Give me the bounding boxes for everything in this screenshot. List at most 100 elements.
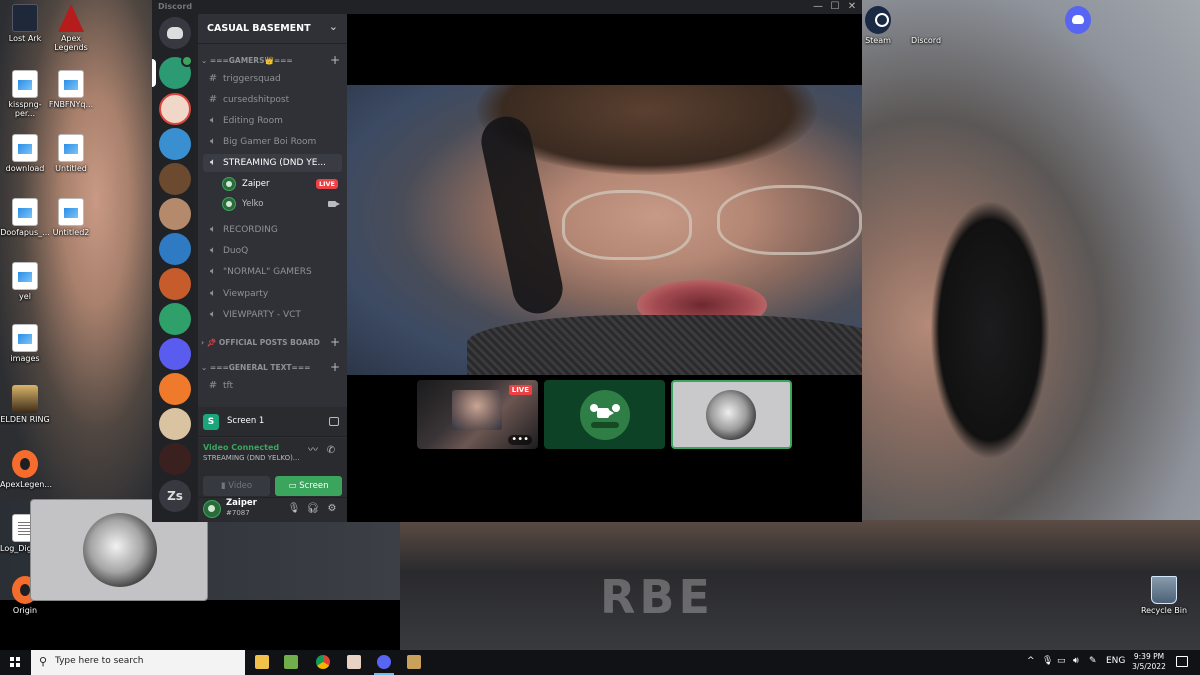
close-button[interactable]: ✕: [846, 1, 858, 13]
maximize-button[interactable]: ☐: [829, 1, 841, 13]
taskbar-discord[interactable]: [370, 650, 398, 675]
add-channel-icon[interactable]: +: [330, 53, 340, 67]
chevron-up-icon[interactable]: ^: [1027, 656, 1035, 666]
windows-start-icon[interactable]: [0, 650, 30, 675]
speaker-icon: 🔈︎: [210, 136, 216, 147]
channel-big-gamer-boi-room[interactable]: 🔈︎ Big Gamer Boi Room: [203, 133, 342, 151]
category-general-text[interactable]: ⌄ ===GENERAL TEXT=== +: [201, 360, 344, 375]
microphone-icon[interactable]: 🎙︎: [287, 502, 301, 516]
taskbar-app-2[interactable]: [277, 650, 305, 675]
channel-viewparty-vct[interactable]: 🔈︎ VIEWPARTY - VCT: [203, 306, 342, 324]
speaker-icon: 🔈︎: [210, 266, 216, 277]
screen-share-icon: ▭: [288, 481, 300, 491]
voice-user-yelko[interactable]: Yelko: [222, 195, 342, 213]
microphone-icon[interactable]: 🎙︎: [1042, 656, 1053, 666]
taskbar-chrome[interactable]: [309, 650, 337, 675]
notification-icon[interactable]: [1176, 656, 1188, 667]
image-file-icon: [12, 198, 38, 226]
channel-cursedshitpost[interactable]: # cursedshitpost: [203, 91, 342, 109]
server-icon-dog[interactable]: [159, 163, 191, 195]
category-official-posts[interactable]: › 📌︎ OFFICIAL POSTS BOARD +: [201, 335, 344, 350]
desktop-icon-download[interactable]: download: [0, 134, 50, 173]
participant-tile-zaiper[interactable]: [671, 380, 792, 449]
voice-status[interactable]: Video Connected: [203, 443, 279, 452]
speaker-icon: 🔈︎: [210, 309, 216, 320]
pen-icon[interactable]: ✎: [1089, 656, 1097, 666]
guild-header[interactable]: CASUAL BASEMENT ⌄: [198, 14, 347, 44]
channel-tft[interactable]: # tft: [203, 377, 342, 395]
main-stream-video[interactable]: [347, 85, 862, 375]
server-icon-red[interactable]: [159, 443, 191, 475]
home-discord-icon[interactable]: [159, 17, 191, 49]
popout-icon[interactable]: [329, 417, 339, 426]
desktop-icon-recycle-bin[interactable]: Recycle Bin: [1139, 576, 1189, 615]
desktop-icon-apex-legends[interactable]: Apex Legends: [46, 4, 96, 52]
taskbar-file-explorer[interactable]: [248, 650, 276, 675]
server-icon-lip[interactable]: [159, 93, 191, 125]
desktop-icon-untitled2[interactable]: Untitled2: [46, 198, 96, 237]
server-icon-globe[interactable]: [159, 233, 191, 265]
participant-tile-stream[interactable]: LIVE •••: [417, 380, 538, 449]
desktop-icon-discord[interactable]: Discord: [901, 6, 1091, 45]
noise-suppression-icon[interactable]: 〰: [306, 444, 320, 458]
title-bar[interactable]: Discord — ☐ ✕: [152, 0, 862, 14]
server-icon-leaf[interactable]: [159, 303, 191, 335]
category-gamers[interactable]: ⌄ ===GAMERS👑=== +: [201, 53, 344, 68]
channel-triggersquad[interactable]: # triggersquad: [203, 70, 342, 88]
desktop-icon-untitled[interactable]: Untitled: [46, 134, 96, 173]
lost-ark-icon: [12, 4, 38, 32]
recycle-bin-icon: [1151, 576, 1177, 604]
channel-duoq[interactable]: 🔈︎ DuoQ: [203, 242, 342, 260]
server-voice-badge: [181, 55, 193, 67]
channel-normal-gamers[interactable]: 🔈︎ "NORMAL" GAMERS: [203, 263, 342, 281]
voice-user-zaiper[interactable]: Zaiper LIVE: [222, 175, 342, 193]
voice-channel-name[interactable]: STREAMING (DND YELKO)...: [203, 454, 299, 462]
taskbar-search[interactable]: ⚲ Type here to search: [31, 650, 245, 675]
more-options-icon[interactable]: •••: [508, 435, 532, 445]
headphones-icon[interactable]: 🎧︎: [306, 502, 320, 516]
desktop-icon-elden-ring[interactable]: ELDEN RING: [0, 385, 50, 424]
desktop-icon-doofapus[interactable]: Doofapus_...: [0, 198, 50, 237]
image-file-icon: [12, 134, 38, 162]
server-icon-w[interactable]: [159, 338, 191, 370]
channel-editing-room[interactable]: 🔈︎ Editing Room: [203, 112, 342, 130]
server-icon-art[interactable]: [159, 408, 191, 440]
discord-icon: [1065, 6, 1091, 34]
participant-tile-yelko[interactable]: [544, 380, 665, 449]
avatar: [706, 390, 756, 440]
desktop-icon-yel[interactable]: yel: [0, 262, 50, 301]
desktop-icon-apexlegends-origin[interactable]: ApexLegen...: [0, 450, 52, 489]
language-indicator[interactable]: ENG: [1106, 656, 1125, 666]
system-clock[interactable]: 9:39 PM 3/5/2022: [1130, 652, 1168, 672]
channel-viewparty[interactable]: 🔈︎ Viewparty: [203, 285, 342, 303]
add-channel-icon[interactable]: +: [330, 360, 340, 374]
taskbar-lost-ark[interactable]: [400, 650, 428, 675]
server-icon-face[interactable]: [159, 198, 191, 230]
server-icon-zs[interactable]: Zs: [159, 480, 191, 512]
minimize-button[interactable]: —: [812, 1, 824, 13]
gear-icon[interactable]: ⚙: [325, 502, 339, 516]
network-icon[interactable]: ▭: [1057, 656, 1066, 666]
server-icon-casual-basement[interactable]: [159, 55, 193, 89]
desktop-icon-lost-ark[interactable]: Lost Ark: [0, 4, 50, 43]
add-channel-icon[interactable]: +: [330, 335, 340, 349]
screen-button[interactable]: ▭ Screen: [275, 476, 342, 496]
desktop-icon-fnbfnyq[interactable]: FNBFNYq...: [46, 70, 96, 109]
server-icon-character[interactable]: [159, 268, 191, 300]
desktop-icon-kisspng[interactable]: kisspng-per...: [0, 70, 50, 118]
server-icon-f[interactable]: [159, 373, 191, 405]
desktop-icon-images[interactable]: images: [0, 324, 50, 363]
channel-recording[interactable]: 🔈︎ RECORDING: [203, 221, 342, 239]
live-badge: LIVE: [508, 385, 532, 395]
server-icon-cartoon[interactable]: [159, 128, 191, 160]
avatar[interactable]: [203, 500, 221, 518]
image-file-icon: [12, 324, 38, 352]
avatar: [222, 197, 236, 211]
disconnect-icon[interactable]: ✆: [324, 444, 338, 458]
channel-streaming[interactable]: 🔈︎ STREAMING (DND YE...: [203, 154, 342, 172]
video-button[interactable]: ▮ Video: [203, 476, 270, 496]
speaker-icon: 🔈︎: [210, 157, 216, 168]
elden-ring-icon: [12, 385, 38, 413]
volume-icon[interactable]: 🔊︎: [1073, 656, 1079, 666]
taskbar-app-4[interactable]: [340, 650, 368, 675]
